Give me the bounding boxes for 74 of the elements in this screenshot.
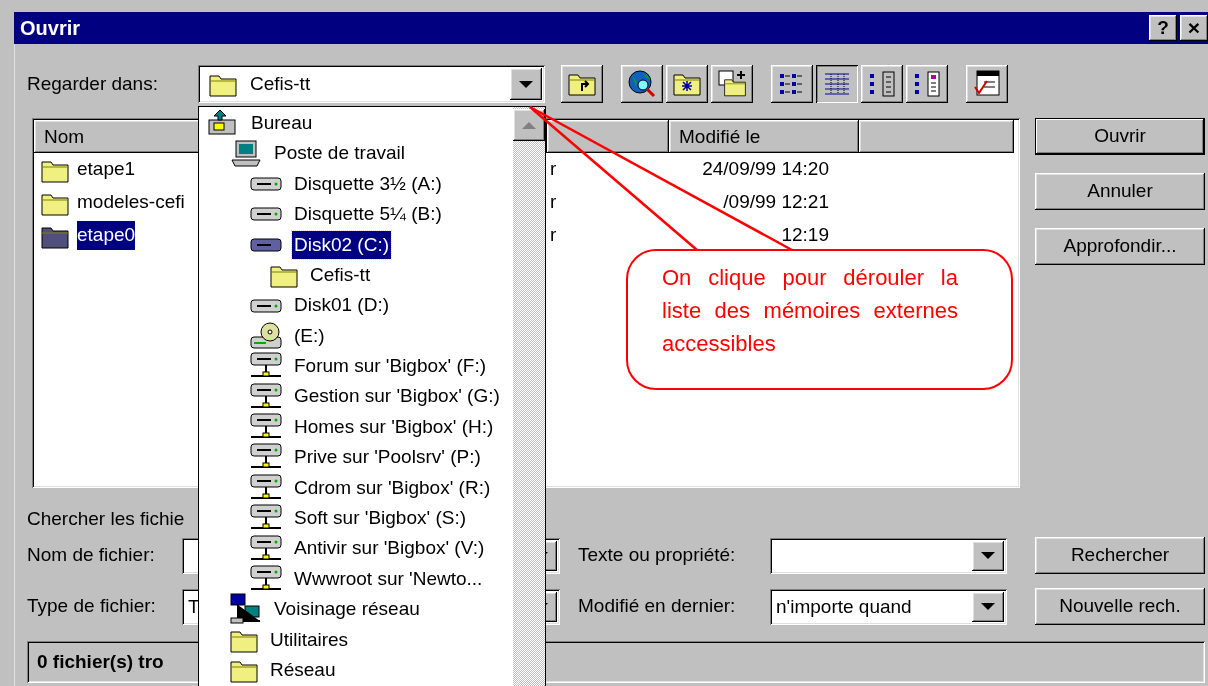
file-type: r — [549, 157, 558, 182]
dropdown-item[interactable]: (E:) — [199, 320, 513, 352]
dropdown-item[interactable]: Poste de travail — [199, 138, 513, 169]
computer-icon — [229, 138, 263, 169]
globe-search-icon — [627, 69, 657, 99]
search-button[interactable]: Nouvelle rech. — [1035, 588, 1205, 625]
dropdown-item[interactable]: Forum sur 'Bigbox' (F:) — [199, 351, 513, 382]
dropdown-item[interactable]: Soft sur 'Bigbox' (S:) — [199, 503, 513, 534]
field-label: Texte ou propriété: — [578, 543, 737, 568]
scroll-up-button[interactable] — [513, 109, 545, 141]
dropdown-item[interactable]: Antivir sur 'Bigbox' (V:) — [199, 533, 513, 564]
add-favorite-icon — [717, 69, 747, 99]
network-icon — [229, 592, 263, 627]
search-button[interactable]: Rechercher — [1035, 537, 1205, 574]
scrollbar[interactable] — [513, 107, 545, 686]
file-date: 24/09/99 14:20 — [701, 157, 830, 182]
column-header[interactable] — [859, 120, 1014, 153]
file-name[interactable]: modeles-cefi — [77, 188, 185, 217]
dropdown-item[interactable]: Disk02 (C:) — [199, 229, 513, 260]
dropdown-item[interactable]: Cdrom sur 'Bigbox' (R:) — [199, 472, 513, 504]
dialog-button[interactable]: Annuler — [1035, 173, 1205, 210]
field-label: Nom de fichier: — [27, 543, 156, 568]
column-header[interactable] — [547, 120, 669, 153]
toolbar-button[interactable] — [711, 65, 753, 103]
dropdown-item[interactable]: Cefis-tt — [199, 259, 513, 291]
look-in-dropdown[interactable]: Cefis-tt — [198, 65, 545, 103]
file-date: /09/99 12:21 — [722, 190, 830, 215]
column-header[interactable]: Modifié le — [669, 120, 859, 153]
callout-text: On clique pour dérouler la liste des mémoires externes accessibles — [662, 264, 958, 358]
file-type: r — [549, 223, 558, 248]
file-date: 12:19 — [780, 223, 830, 248]
toolbar-button[interactable] — [861, 65, 903, 103]
field-value: T — [188, 594, 200, 619]
dropdown-arrow-button[interactable] — [972, 591, 1004, 622]
preview-view-icon — [912, 69, 942, 99]
toolbar-button[interactable] — [966, 65, 1008, 103]
dropdown-item[interactable]: Gestion sur 'Bigbox' (G:) — [199, 381, 513, 412]
toolbar-button[interactable] — [666, 65, 708, 103]
dropdown-item[interactable]: Bureau — [199, 108, 513, 139]
field-value: n'importe quand — [776, 594, 912, 619]
commands-icon — [972, 69, 1002, 99]
dropdown-item[interactable]: Utilitaires — [199, 624, 513, 656]
properties-view-icon — [867, 69, 897, 99]
dialog-button[interactable]: Ouvrir — [1035, 118, 1205, 155]
window-title: Ouvrir — [20, 16, 81, 41]
toolbar-button[interactable] — [621, 65, 663, 103]
dropdown-item[interactable]: Disquette 3½ (A:) — [199, 168, 513, 200]
dropdown-item[interactable]: Disk01 (D:) — [199, 290, 513, 321]
field-label: Modifié en dernier: — [578, 594, 737, 619]
section-label: Chercher les fichie — [27, 507, 185, 529]
dropdown-item[interactable]: Wwwroot sur 'Newto... — [199, 563, 513, 595]
field-label: Type de fichier: — [27, 594, 157, 619]
close-button[interactable]: × — [1180, 15, 1208, 41]
toolbar-button[interactable] — [771, 65, 813, 103]
file-name[interactable]: etape1 — [77, 155, 136, 184]
dropdown-item[interactable]: Homes sur 'Bigbox' (H:) — [199, 411, 513, 443]
dropdown-item[interactable]: Prive sur 'Poolsrv' (P:) — [199, 442, 513, 473]
toolbar-button[interactable] — [561, 65, 603, 103]
dropdown-item[interactable]: Voisinage réseau — [199, 594, 513, 625]
dropdown-value: Cefis-tt — [249, 71, 312, 96]
help-button[interactable]: ? — [1149, 15, 1177, 41]
dialog-button[interactable]: Approfondir... — [1035, 228, 1205, 265]
input-field[interactable]: n'importe quand — [770, 588, 1007, 625]
dropdown-arrow-button[interactable] — [972, 540, 1004, 571]
toolbar-button[interactable] — [816, 65, 858, 103]
field-label: Regarder dans: — [27, 71, 159, 96]
file-name[interactable]: etape0 — [77, 221, 136, 250]
dropdown-arrow-button[interactable] — [510, 68, 542, 100]
toolbar-button[interactable] — [906, 65, 948, 103]
cd-drive-icon — [249, 320, 283, 351]
input-field[interactable] — [770, 537, 1007, 574]
dropdown-item[interactable]: Réseau — [199, 655, 513, 686]
dropdown-item[interactable]: Disquette 5¼ (B:) — [199, 199, 513, 230]
file-type: r — [549, 190, 558, 215]
